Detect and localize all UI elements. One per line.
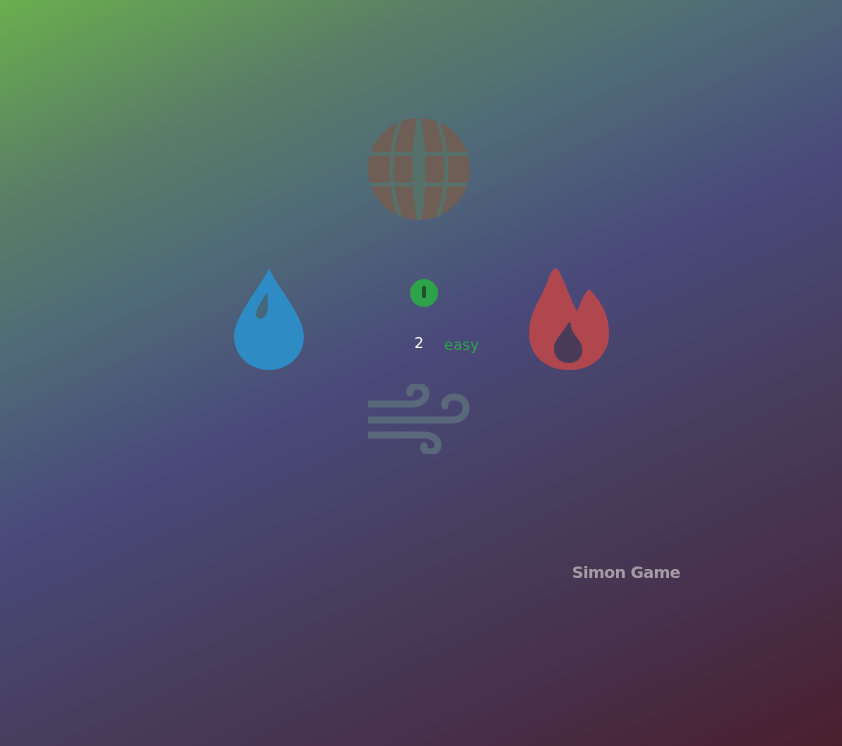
- power-icon: [422, 286, 426, 298]
- difficulty-toggle[interactable]: easy: [444, 336, 479, 354]
- water-pad[interactable]: [234, 268, 304, 370]
- fire-pad[interactable]: [529, 267, 609, 370]
- power-button[interactable]: [410, 279, 438, 307]
- step-count: 2: [414, 334, 424, 352]
- air-pad[interactable]: [368, 384, 470, 454]
- wind-icon: [368, 384, 470, 454]
- globe-icon: [368, 118, 470, 220]
- fire-icon: [529, 268, 609, 370]
- water-drop-icon: [234, 268, 304, 370]
- game-title: Simon Game: [572, 563, 681, 582]
- earth-pad[interactable]: [368, 118, 470, 220]
